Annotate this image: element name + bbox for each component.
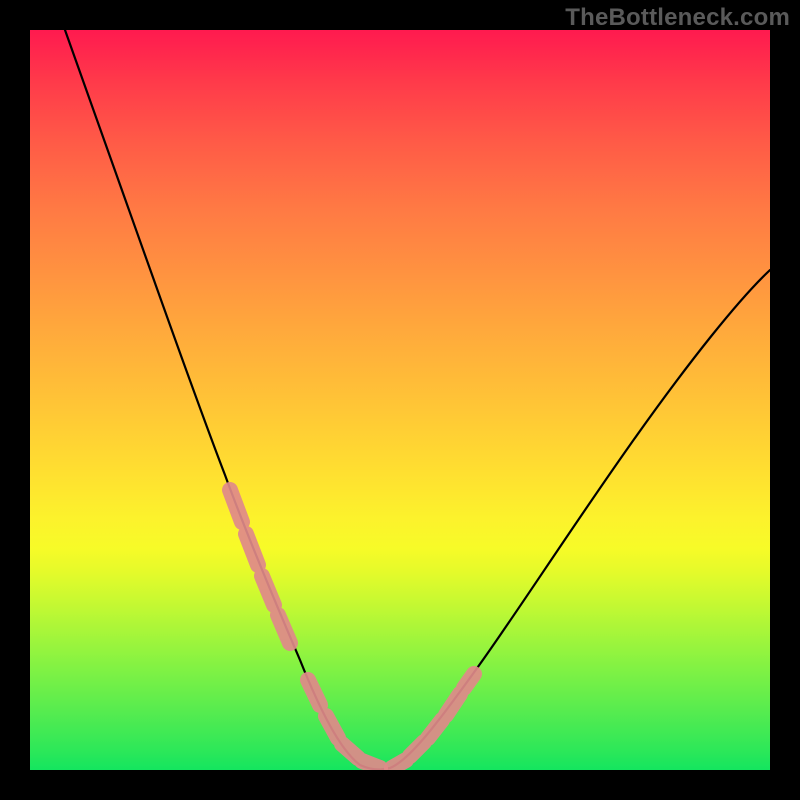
watermark-text: TheBottleneck.com: [565, 4, 790, 32]
plot-gradient-background: [30, 30, 770, 770]
chart-frame: TheBottleneck.com: [0, 0, 800, 800]
